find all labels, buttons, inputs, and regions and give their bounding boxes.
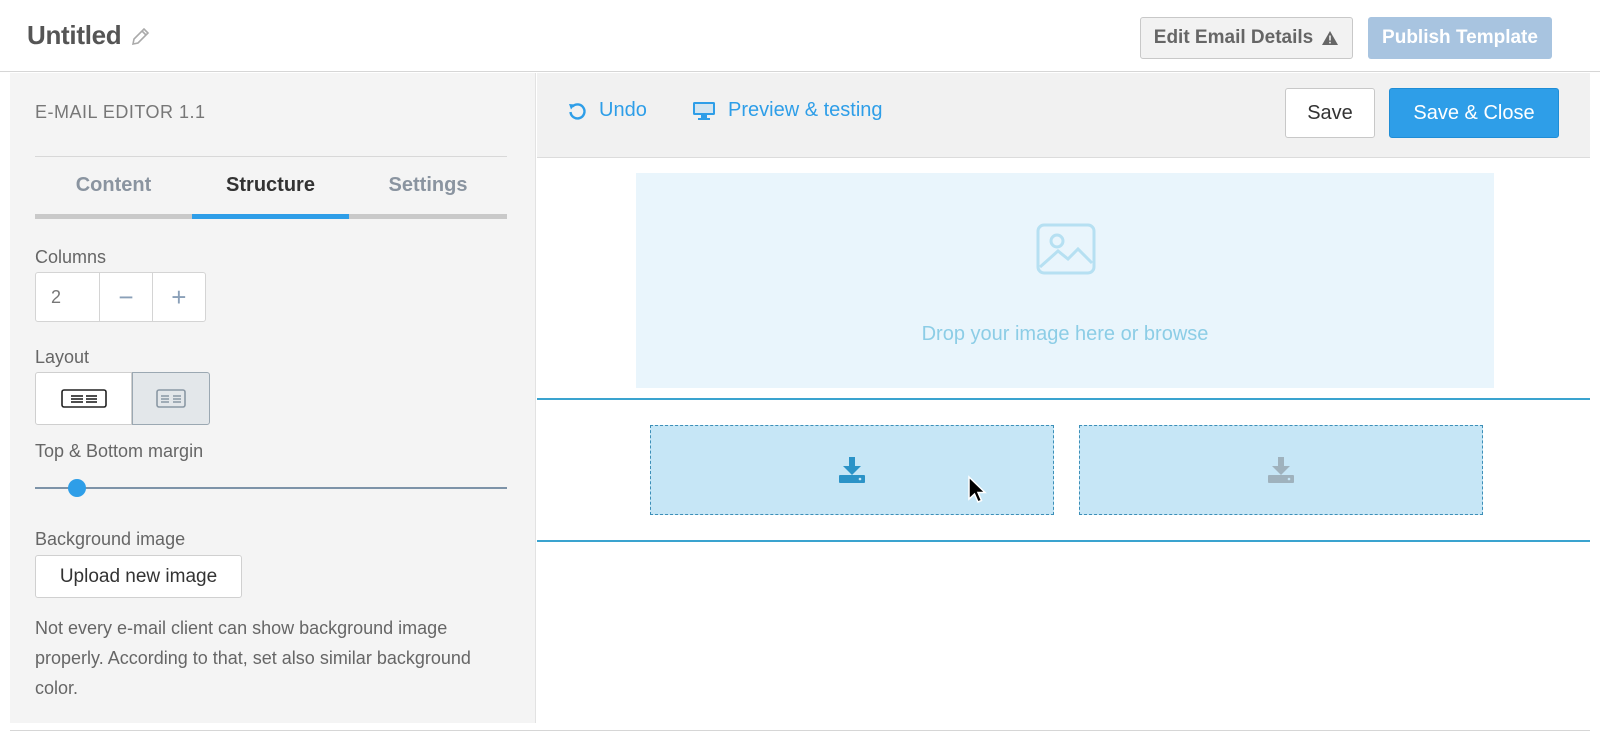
image-placeholder-icon: [1036, 223, 1096, 275]
column-drop-slot-1[interactable]: [650, 425, 1054, 515]
document-title[interactable]: Untitled: [27, 20, 122, 51]
warning-icon: [1322, 31, 1339, 45]
margin-label: Top & Bottom margin: [35, 441, 204, 461]
columns-stepper: 2 − +: [35, 272, 206, 322]
edit-email-details-button[interactable]: Edit Email Details: [1140, 17, 1353, 59]
save-label: Save: [1307, 101, 1353, 124]
undo-button[interactable]: Undo: [567, 99, 647, 122]
upload-image-button[interactable]: Upload new image: [35, 555, 242, 598]
edit-email-details-label: Edit Email Details: [1153, 27, 1314, 48]
top-bar: Untitled Edit Email Details Publish Temp…: [0, 0, 1600, 72]
row-bottom-border: [537, 540, 1590, 542]
pencil-icon[interactable]: [129, 26, 151, 48]
save-close-button[interactable]: Save & Close: [1389, 88, 1559, 138]
monitor-icon: [693, 101, 715, 120]
undo-icon: [569, 102, 586, 120]
tab-settings-label: Settings: [388, 174, 468, 196]
margin-slider-thumb[interactable]: [68, 479, 87, 497]
save-close-label: Save & Close: [1413, 101, 1535, 124]
publish-template-label: Publish Template: [1382, 27, 1538, 48]
layout-option-wide-left[interactable]: [35, 372, 132, 425]
layout-selector: [35, 372, 210, 425]
background-image-note: Not every e-mail client can show backgro…: [35, 618, 471, 698]
tab-content[interactable]: Content: [35, 157, 192, 219]
image-drop-zone[interactable]: Drop your image here or browse: [636, 173, 1494, 388]
undo-label: Undo: [599, 99, 647, 121]
mouse-cursor-icon: [968, 475, 987, 503]
layout-wide-left-icon: [60, 388, 107, 408]
column-drop-slot-2[interactable]: [1079, 425, 1483, 515]
layout-label: Layout: [35, 347, 90, 367]
editor-version: E-MAIL EDITOR 1.1: [35, 102, 206, 122]
tab-structure-label: Structure: [226, 174, 315, 196]
layout-equal-icon: [156, 388, 186, 408]
columns-increment-button[interactable]: +: [153, 273, 205, 321]
layout-option-equal[interactable]: [132, 372, 210, 425]
page-bottom-border: [10, 730, 1590, 731]
publish-template-button[interactable]: Publish Template: [1368, 17, 1552, 59]
margin-slider-track[interactable]: [35, 487, 507, 489]
editor-sidebar: E-MAIL EDITOR 1.1 Content Structure Sett…: [10, 73, 536, 723]
editor-toolbar: Undo Preview & testing Save Save & Close: [537, 73, 1590, 158]
columns-value-input[interactable]: 2: [36, 273, 101, 321]
download-icon: [839, 457, 865, 483]
tab-settings[interactable]: Settings: [349, 157, 507, 219]
sidebar-tabs: Content Structure Settings: [35, 156, 507, 219]
background-image-label: Background image: [35, 529, 186, 549]
columns-label: Columns: [35, 247, 107, 267]
preview-testing-label: Preview & testing: [728, 99, 883, 121]
row-top-border: [537, 398, 1590, 400]
save-button[interactable]: Save: [1285, 88, 1375, 138]
upload-image-label: Upload new image: [59, 565, 218, 587]
tab-structure[interactable]: Structure: [192, 157, 349, 219]
preview-testing-button[interactable]: Preview & testing: [692, 99, 883, 122]
drop-zone-text[interactable]: Drop your image here or browse: [636, 323, 1494, 346]
columns-decrement-button[interactable]: −: [100, 273, 153, 321]
download-icon: [1268, 457, 1294, 483]
tab-content-label: Content: [75, 174, 152, 196]
